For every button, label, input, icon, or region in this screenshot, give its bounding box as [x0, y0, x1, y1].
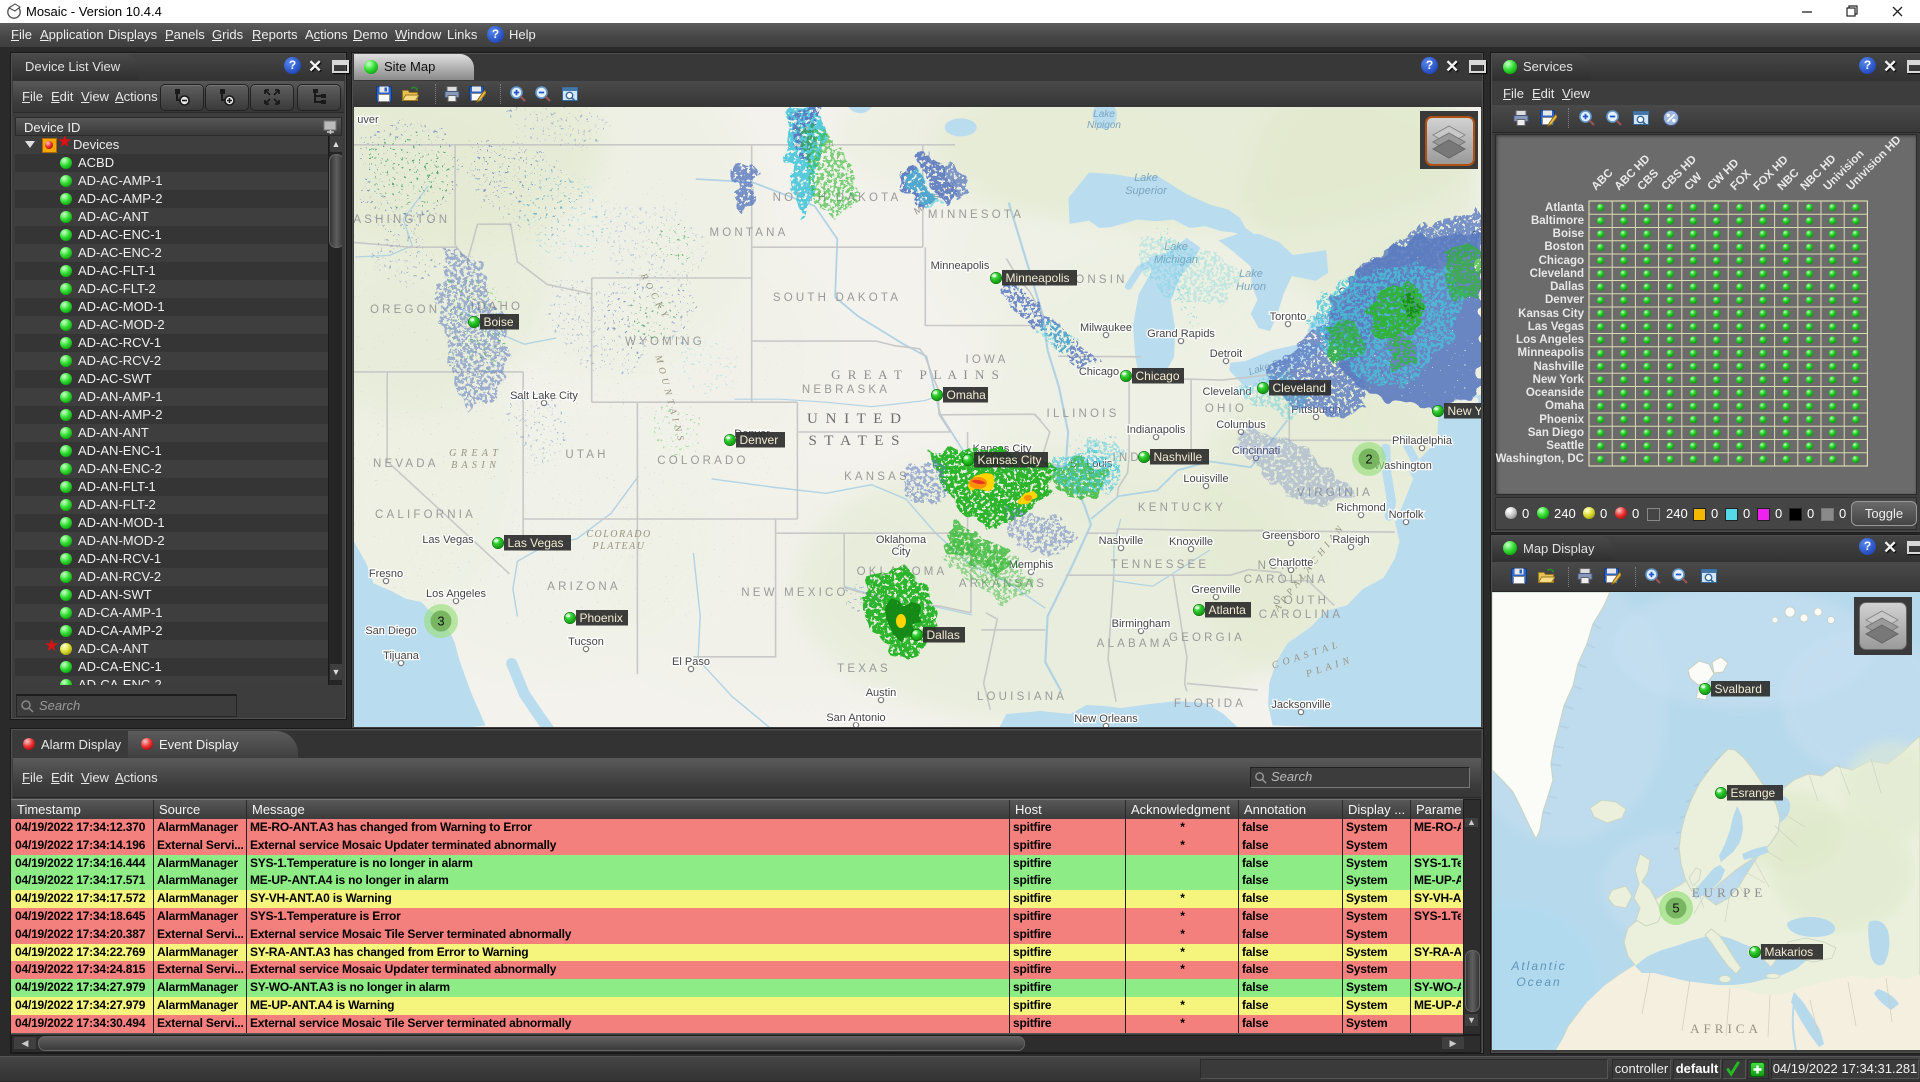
svg-text:Makarios: Makarios — [1765, 945, 1814, 959]
svg-text:Ocean: Ocean — [1516, 975, 1561, 989]
svg-text:Esrange: Esrange — [1731, 786, 1776, 800]
svg-text:Greenville: Greenville — [1191, 584, 1241, 596]
svg-text:Tucson: Tucson — [568, 636, 604, 648]
svg-text:Toronto: Toronto — [1270, 311, 1307, 323]
svg-text:LOUISIANA: LOUISIANA — [977, 691, 1067, 703]
svg-text:Austin: Austin — [866, 687, 897, 699]
svg-text:Nipigon: Nipigon — [1087, 120, 1121, 131]
svg-text:Las Vegas: Las Vegas — [422, 534, 474, 546]
svg-text:S T A T E S: S T A T E S — [808, 433, 901, 449]
svg-text:Atlantic: Atlantic — [1510, 959, 1566, 973]
svg-text:Superior: Superior — [1125, 185, 1168, 197]
svg-text:Svalbard: Svalbard — [1715, 682, 1762, 696]
svg-text:5: 5 — [1672, 901, 1679, 916]
svg-text:COLORADO: COLORADO — [657, 455, 748, 467]
svg-text:Grand Rapids: Grand Rapids — [1147, 328, 1215, 340]
svg-text:OREGON: OREGON — [370, 304, 440, 316]
svg-text:Minneapolis: Minneapolis — [1006, 271, 1070, 285]
svg-text:Omaha: Omaha — [947, 388, 987, 402]
svg-text:B A S I N: B A S I N — [451, 460, 497, 471]
svg-text:Lake: Lake — [1134, 172, 1158, 184]
svg-text:Nashville: Nashville — [1154, 450, 1203, 464]
svg-text:Birmingham: Birmingham — [1112, 618, 1171, 630]
svg-text:Detroit: Detroit — [1210, 348, 1242, 360]
svg-text:KANSAS: KANSAS — [844, 471, 910, 483]
svg-text:Knoxville: Knoxville — [1169, 536, 1213, 548]
svg-text:2: 2 — [1365, 452, 1372, 467]
svg-text:NEW MEXICO: NEW MEXICO — [741, 587, 848, 599]
svg-text:TENNESSEE: TENNESSEE — [1111, 559, 1209, 571]
svg-text:GEORGIA: GEORGIA — [1169, 632, 1245, 644]
svg-text:Las Vegas: Las Vegas — [508, 536, 564, 550]
svg-text:Greensboro: Greensboro — [1262, 530, 1320, 542]
svg-text:Kansas City: Kansas City — [978, 453, 1042, 467]
svg-text:San Diego: San Diego — [365, 625, 416, 637]
svg-text:UTAH: UTAH — [565, 449, 608, 461]
svg-text:KENTUCKY: KENTUCKY — [1138, 502, 1226, 514]
svg-text:FLORIDA: FLORIDA — [1174, 698, 1246, 710]
svg-text:G R E A T: G R E A T — [449, 448, 499, 459]
svg-text:City: City — [892, 546, 911, 558]
svg-text:Oklahoma: Oklahoma — [876, 534, 927, 546]
svg-text:Chicago: Chicago — [1079, 366, 1119, 378]
svg-text:Columbus: Columbus — [1216, 419, 1266, 431]
svg-text:MONTANA: MONTANA — [709, 227, 788, 239]
svg-text:Charlotte: Charlotte — [1269, 557, 1314, 569]
svg-text:Minneapolis: Minneapolis — [931, 260, 990, 272]
svg-text:EUROPE: EUROPE — [1692, 885, 1767, 900]
svg-text:Chicago: Chicago — [1136, 369, 1180, 383]
svg-text:U N I T E D: U N I T E D — [807, 411, 903, 427]
svg-text:Richmond: Richmond — [1336, 502, 1386, 514]
svg-text:Huron: Huron — [1236, 281, 1266, 293]
svg-text:COLORADO: COLORADO — [586, 529, 651, 540]
svg-text:Cleveland: Cleveland — [1273, 381, 1326, 395]
svg-text:Lake: Lake — [1093, 109, 1115, 120]
svg-text:ALABAMA: ALABAMA — [1097, 638, 1174, 650]
svg-text:Norfolk: Norfolk — [1389, 509, 1424, 521]
svg-text:uver: uver — [357, 114, 379, 126]
svg-text:G R E A T P L A I N S: G R E A T P L A I N S — [831, 367, 1001, 382]
svg-text:Denver: Denver — [740, 433, 779, 447]
svg-text:Raleigh: Raleigh — [1332, 534, 1369, 546]
svg-text:Louisville: Louisville — [1183, 473, 1228, 485]
svg-text:OHIO: OHIO — [1205, 403, 1247, 415]
svg-text:Jacksonville: Jacksonville — [1271, 699, 1330, 711]
svg-text:Tijuana: Tijuana — [383, 650, 420, 662]
svg-text:Boise: Boise — [484, 315, 514, 329]
svg-text:CAROLINA: CAROLINA — [1259, 609, 1343, 621]
svg-text:San Antonio: San Antonio — [826, 712, 885, 724]
svg-text:El Paso: El Paso — [672, 656, 710, 668]
svg-text:TEXAS: TEXAS — [837, 663, 891, 675]
svg-text:ILLINOIS: ILLINOIS — [1047, 408, 1120, 420]
svg-text:PLATEAU: PLATEAU — [592, 541, 646, 552]
svg-text:Dallas: Dallas — [927, 628, 960, 642]
svg-text:SOUTH DAKOTA: SOUTH DAKOTA — [773, 292, 901, 304]
svg-text:Los Angeles: Los Angeles — [426, 588, 486, 600]
svg-text:CALIFORNIA: CALIFORNIA — [375, 509, 476, 521]
svg-text:NEVADA: NEVADA — [373, 458, 439, 470]
svg-text:3: 3 — [437, 614, 444, 629]
svg-text:New Orleans: New Orleans — [1074, 713, 1138, 725]
svg-text:Indianapolis: Indianapolis — [1127, 424, 1186, 436]
svg-text:Phoenix: Phoenix — [580, 611, 623, 625]
svg-text:AFRICA: AFRICA — [1690, 1021, 1762, 1036]
svg-text:IOWA: IOWA — [965, 354, 1008, 366]
svg-text:Milwaukee: Milwaukee — [1080, 322, 1132, 334]
svg-text:Philadelphia: Philadelphia — [1392, 435, 1453, 447]
svg-text:MINNESOTA: MINNESOTA — [928, 209, 1024, 221]
svg-text:Nashville: Nashville — [1099, 535, 1144, 547]
svg-text:Fresno: Fresno — [369, 568, 403, 580]
svg-text:ARIZONA: ARIZONA — [547, 581, 621, 593]
svg-text:Atlanta: Atlanta — [1209, 603, 1247, 617]
svg-text:CAROLINA: CAROLINA — [1244, 574, 1328, 586]
svg-text:NEBRASKA: NEBRASKA — [802, 384, 890, 396]
